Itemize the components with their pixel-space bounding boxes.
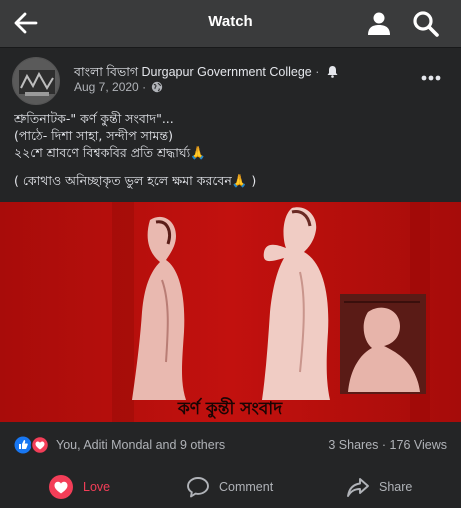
reaction-icons[interactable] (14, 436, 52, 454)
post-date[interactable]: Aug 7, 2020 (74, 80, 139, 94)
video-player[interactable]: কর্ণ কুন্তী সংবাদ (0, 202, 461, 422)
meta-separator: · (142, 80, 147, 94)
search-icon[interactable] (412, 10, 440, 38)
post-text-line: ( কোথাও অনিচ্ছাকৃত ভুল হলে ক্ষমা করবেন🙏 … (14, 173, 257, 188)
share-icon (347, 478, 369, 497)
comment-label: Comment (219, 480, 274, 494)
bell-icon[interactable] (326, 65, 339, 78)
comment-button[interactable]: Comment (186, 474, 273, 500)
reactions-summary[interactable]: You, Aditi Mondal and 9 others (56, 438, 225, 452)
globe-icon (152, 81, 163, 93)
page-avatar[interactable] (12, 57, 60, 105)
love-icon (49, 475, 73, 499)
profile-icon[interactable] (366, 10, 392, 36)
shares-count[interactable]: 3 Shares (328, 438, 378, 452)
post-text-line: শ্রুতিনাটক-" কর্ণ কুন্তী সংবাদ"... (14, 111, 174, 126)
love-button[interactable]: Love (48, 474, 110, 500)
share-label: Share (379, 480, 413, 494)
views-count: 176 Views (389, 438, 447, 452)
top-app-bar: Watch (0, 0, 461, 47)
name-separator: · (315, 65, 320, 79)
love-label: Love (83, 480, 111, 494)
post-meta: Aug 7, 2020 · (74, 80, 163, 94)
video-post: বাংলা বিভাগ Durgapur Government College … (0, 48, 461, 508)
page-name[interactable]: বাংলা বিভাগ Durgapur Government College (74, 65, 312, 79)
post-text: শ্রুতিনাটক-" কর্ণ কুন্তী সংবাদ"... (পাঠে… (14, 110, 454, 189)
comment-icon (187, 477, 209, 498)
reactions-row: You, Aditi Mondal and 9 others 3 Shares … (0, 426, 461, 466)
stats-separator: · (381, 438, 387, 452)
post-text-line: ২২শে শ্রাবণে বিশ্বকবির প্রতি শ্রদ্ধার্ঘ্… (14, 145, 206, 160)
action-bar: Love Comment Share (0, 466, 461, 508)
video-caption: কর্ণ কুন্তী সংবাদ (177, 397, 283, 419)
share-button[interactable]: Share (346, 474, 412, 500)
more-options-icon[interactable] (420, 74, 442, 82)
post-stats: 3 Shares · 176 Views (328, 438, 447, 452)
post-text-line: (পাঠে- দিশা সাহা, সন্দীপ সামন্ত) (14, 128, 173, 143)
